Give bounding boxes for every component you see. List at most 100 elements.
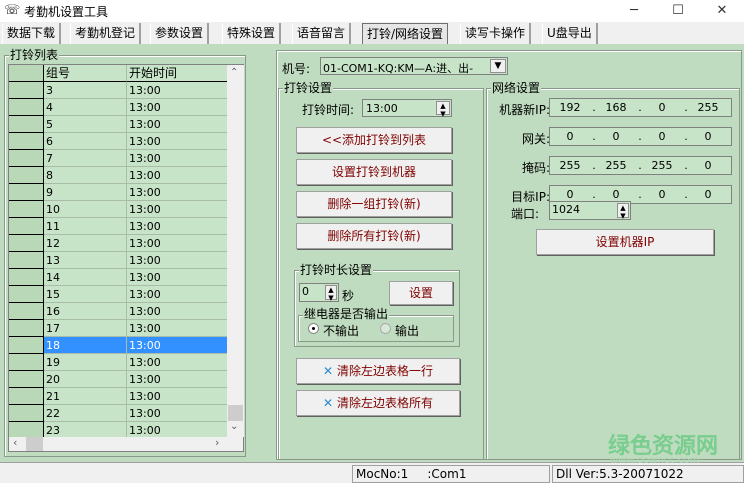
delete-all-bells-button[interactable]: 删除所有打铃(新) bbox=[296, 223, 452, 249]
group-cell[interactable]: 16 bbox=[44, 303, 127, 320]
start-time-cell[interactable]: 13:00 bbox=[127, 269, 227, 286]
scroll-up-icon[interactable]: ⌃ bbox=[230, 67, 238, 78]
row-header[interactable] bbox=[9, 218, 44, 235]
scroll-right-icon[interactable]: › bbox=[215, 436, 219, 449]
scroll-thumb[interactable] bbox=[228, 405, 243, 421]
mask-octet[interactable]: 255 bbox=[596, 159, 636, 172]
row-header[interactable] bbox=[9, 201, 44, 218]
port-spinner-icon[interactable]: ▲ ▼ bbox=[617, 203, 629, 220]
column-header-start-time[interactable]: 开始时间 bbox=[127, 65, 227, 82]
group-cell[interactable]: 11 bbox=[44, 218, 127, 235]
new-ip-octet[interactable]: 255 bbox=[688, 101, 728, 114]
mask-octet[interactable]: 0 bbox=[688, 159, 728, 172]
maximize-button[interactable]: ☐ bbox=[656, 0, 700, 22]
table-row[interactable]: 20 13:00 bbox=[9, 371, 227, 388]
start-time-cell[interactable]: 13:00 bbox=[127, 286, 227, 303]
tab-card[interactable]: 读写卡操作 bbox=[460, 23, 532, 44]
start-time-cell[interactable]: 13:00 bbox=[127, 201, 227, 218]
group-cell[interactable]: 13 bbox=[44, 252, 127, 269]
row-header[interactable] bbox=[9, 303, 44, 320]
row-header[interactable] bbox=[9, 286, 44, 303]
tab-voice[interactable]: 语音留言 bbox=[292, 23, 352, 44]
start-time-cell[interactable]: 13:00 bbox=[127, 184, 227, 201]
row-header[interactable] bbox=[9, 133, 44, 150]
table-row[interactable]: 5 13:00 bbox=[9, 116, 227, 133]
row-header[interactable] bbox=[9, 184, 44, 201]
start-time-cell[interactable]: 13:00 bbox=[127, 82, 227, 99]
start-time-cell[interactable]: 13:00 bbox=[127, 371, 227, 388]
start-time-cell[interactable]: 13:00 bbox=[127, 337, 227, 354]
row-header[interactable] bbox=[9, 388, 44, 405]
table-row[interactable]: 6 13:00 bbox=[9, 133, 227, 150]
table-row[interactable]: 13 13:00 bbox=[9, 252, 227, 269]
target-ip-octet[interactable]: 0 bbox=[688, 188, 728, 201]
start-time-cell[interactable]: 13:00 bbox=[127, 167, 227, 184]
table-row[interactable]: 14 13:00 bbox=[9, 269, 227, 286]
set-bell-button[interactable]: 设置打铃到机器 bbox=[296, 159, 452, 185]
group-cell[interactable]: 22 bbox=[44, 405, 127, 422]
table-row[interactable]: 17 13:00 bbox=[9, 320, 227, 337]
group-cell[interactable]: 3 bbox=[44, 82, 127, 99]
gateway-octet[interactable]: 0 bbox=[688, 130, 728, 143]
new-ip-octet[interactable]: 0 bbox=[642, 101, 682, 114]
port-input[interactable]: 1024 ▲ ▼ bbox=[549, 201, 631, 220]
table-row[interactable]: 15 13:00 bbox=[9, 286, 227, 303]
row-header[interactable] bbox=[9, 337, 44, 354]
clear-row-button[interactable]: ✕ 清除左边表格一行 bbox=[296, 358, 460, 384]
start-time-cell[interactable]: 13:00 bbox=[127, 303, 227, 320]
table-row[interactable]: 4 13:00 bbox=[9, 99, 227, 116]
time-spinner-icon[interactable]: ▲ ▼ bbox=[436, 101, 450, 118]
horizontal-scrollbar[interactable]: ‹ › bbox=[9, 436, 227, 451]
group-cell[interactable]: 4 bbox=[44, 99, 127, 116]
set-duration-button[interactable]: 设置 bbox=[389, 281, 453, 305]
row-header[interactable] bbox=[9, 269, 44, 286]
clear-all-button[interactable]: ✕ 清除左边表格所有 bbox=[296, 390, 460, 416]
start-time-cell[interactable]: 13:00 bbox=[127, 218, 227, 235]
minimize-button[interactable]: ─ bbox=[612, 0, 656, 22]
row-header[interactable] bbox=[9, 167, 44, 184]
group-cell[interactable]: 6 bbox=[44, 133, 127, 150]
table-row[interactable]: 16 13:00 bbox=[9, 303, 227, 320]
row-header[interactable] bbox=[9, 116, 44, 133]
close-button[interactable]: ✕ bbox=[700, 0, 744, 22]
gateway-octet[interactable]: 0 bbox=[596, 130, 636, 143]
table-row[interactable]: 11 13:00 bbox=[9, 218, 227, 235]
tab-register[interactable]: 考勤机登记 bbox=[70, 23, 142, 44]
start-time-cell[interactable]: 13:00 bbox=[127, 116, 227, 133]
bell-time-input[interactable]: 13:00 ▲ ▼ bbox=[362, 99, 452, 118]
table-row[interactable]: 3 13:00 bbox=[9, 82, 227, 99]
group-cell[interactable]: 5 bbox=[44, 116, 127, 133]
mask-octet[interactable]: 255 bbox=[642, 159, 682, 172]
h-scroll-thumb[interactable] bbox=[26, 437, 43, 451]
tab-data-download[interactable]: 数据下载 bbox=[2, 23, 62, 44]
group-cell[interactable]: 8 bbox=[44, 167, 127, 184]
mask-octet[interactable]: 255 bbox=[550, 159, 590, 172]
target-ip-octet[interactable]: 0 bbox=[642, 188, 682, 201]
row-header[interactable] bbox=[9, 354, 44, 371]
table-row[interactable]: 10 13:00 bbox=[9, 201, 227, 218]
group-cell[interactable]: 19 bbox=[44, 354, 127, 371]
start-time-cell[interactable]: 13:00 bbox=[127, 133, 227, 150]
start-time-cell[interactable]: 13:00 bbox=[127, 99, 227, 116]
set-ip-button[interactable]: 设置机器IP bbox=[536, 229, 714, 255]
row-header[interactable] bbox=[9, 252, 44, 269]
tab-params[interactable]: 参数设置 bbox=[150, 23, 210, 44]
dropdown-arrow-icon[interactable]: ▼ bbox=[490, 59, 506, 73]
start-time-cell[interactable]: 13:00 bbox=[127, 235, 227, 252]
start-time-cell[interactable]: 13:00 bbox=[127, 388, 227, 405]
machine-select[interactable]: 01-COM1-KQ:KM—A:进、出- ▼ bbox=[320, 57, 508, 75]
bell-list-table[interactable]: 组号 开始时间 3 13:00 4 13:00 5 13:00 6 13:00 7 13:00 8 13:… bbox=[8, 64, 244, 452]
table-row[interactable]: 12 13:00 bbox=[9, 235, 227, 252]
row-header[interactable] bbox=[9, 405, 44, 422]
table-row[interactable]: 8 13:00 bbox=[9, 167, 227, 184]
row-header[interactable] bbox=[9, 150, 44, 167]
new-ip-octet[interactable]: 192 bbox=[550, 101, 590, 114]
new-ip-input[interactable]: 192 168 0 255... bbox=[549, 98, 732, 117]
gateway-octet[interactable]: 0 bbox=[550, 130, 590, 143]
table-row[interactable]: 18 13:00 bbox=[9, 337, 227, 354]
group-cell[interactable]: 9 bbox=[44, 184, 127, 201]
duration-spinner-icon[interactable]: ▲ ▼ bbox=[325, 285, 337, 302]
tab-usb-export[interactable]: U盘导出 bbox=[542, 23, 598, 44]
tab-bell-network[interactable]: 打铃/网络设置 bbox=[362, 23, 449, 44]
table-row[interactable]: 9 13:00 bbox=[9, 184, 227, 201]
